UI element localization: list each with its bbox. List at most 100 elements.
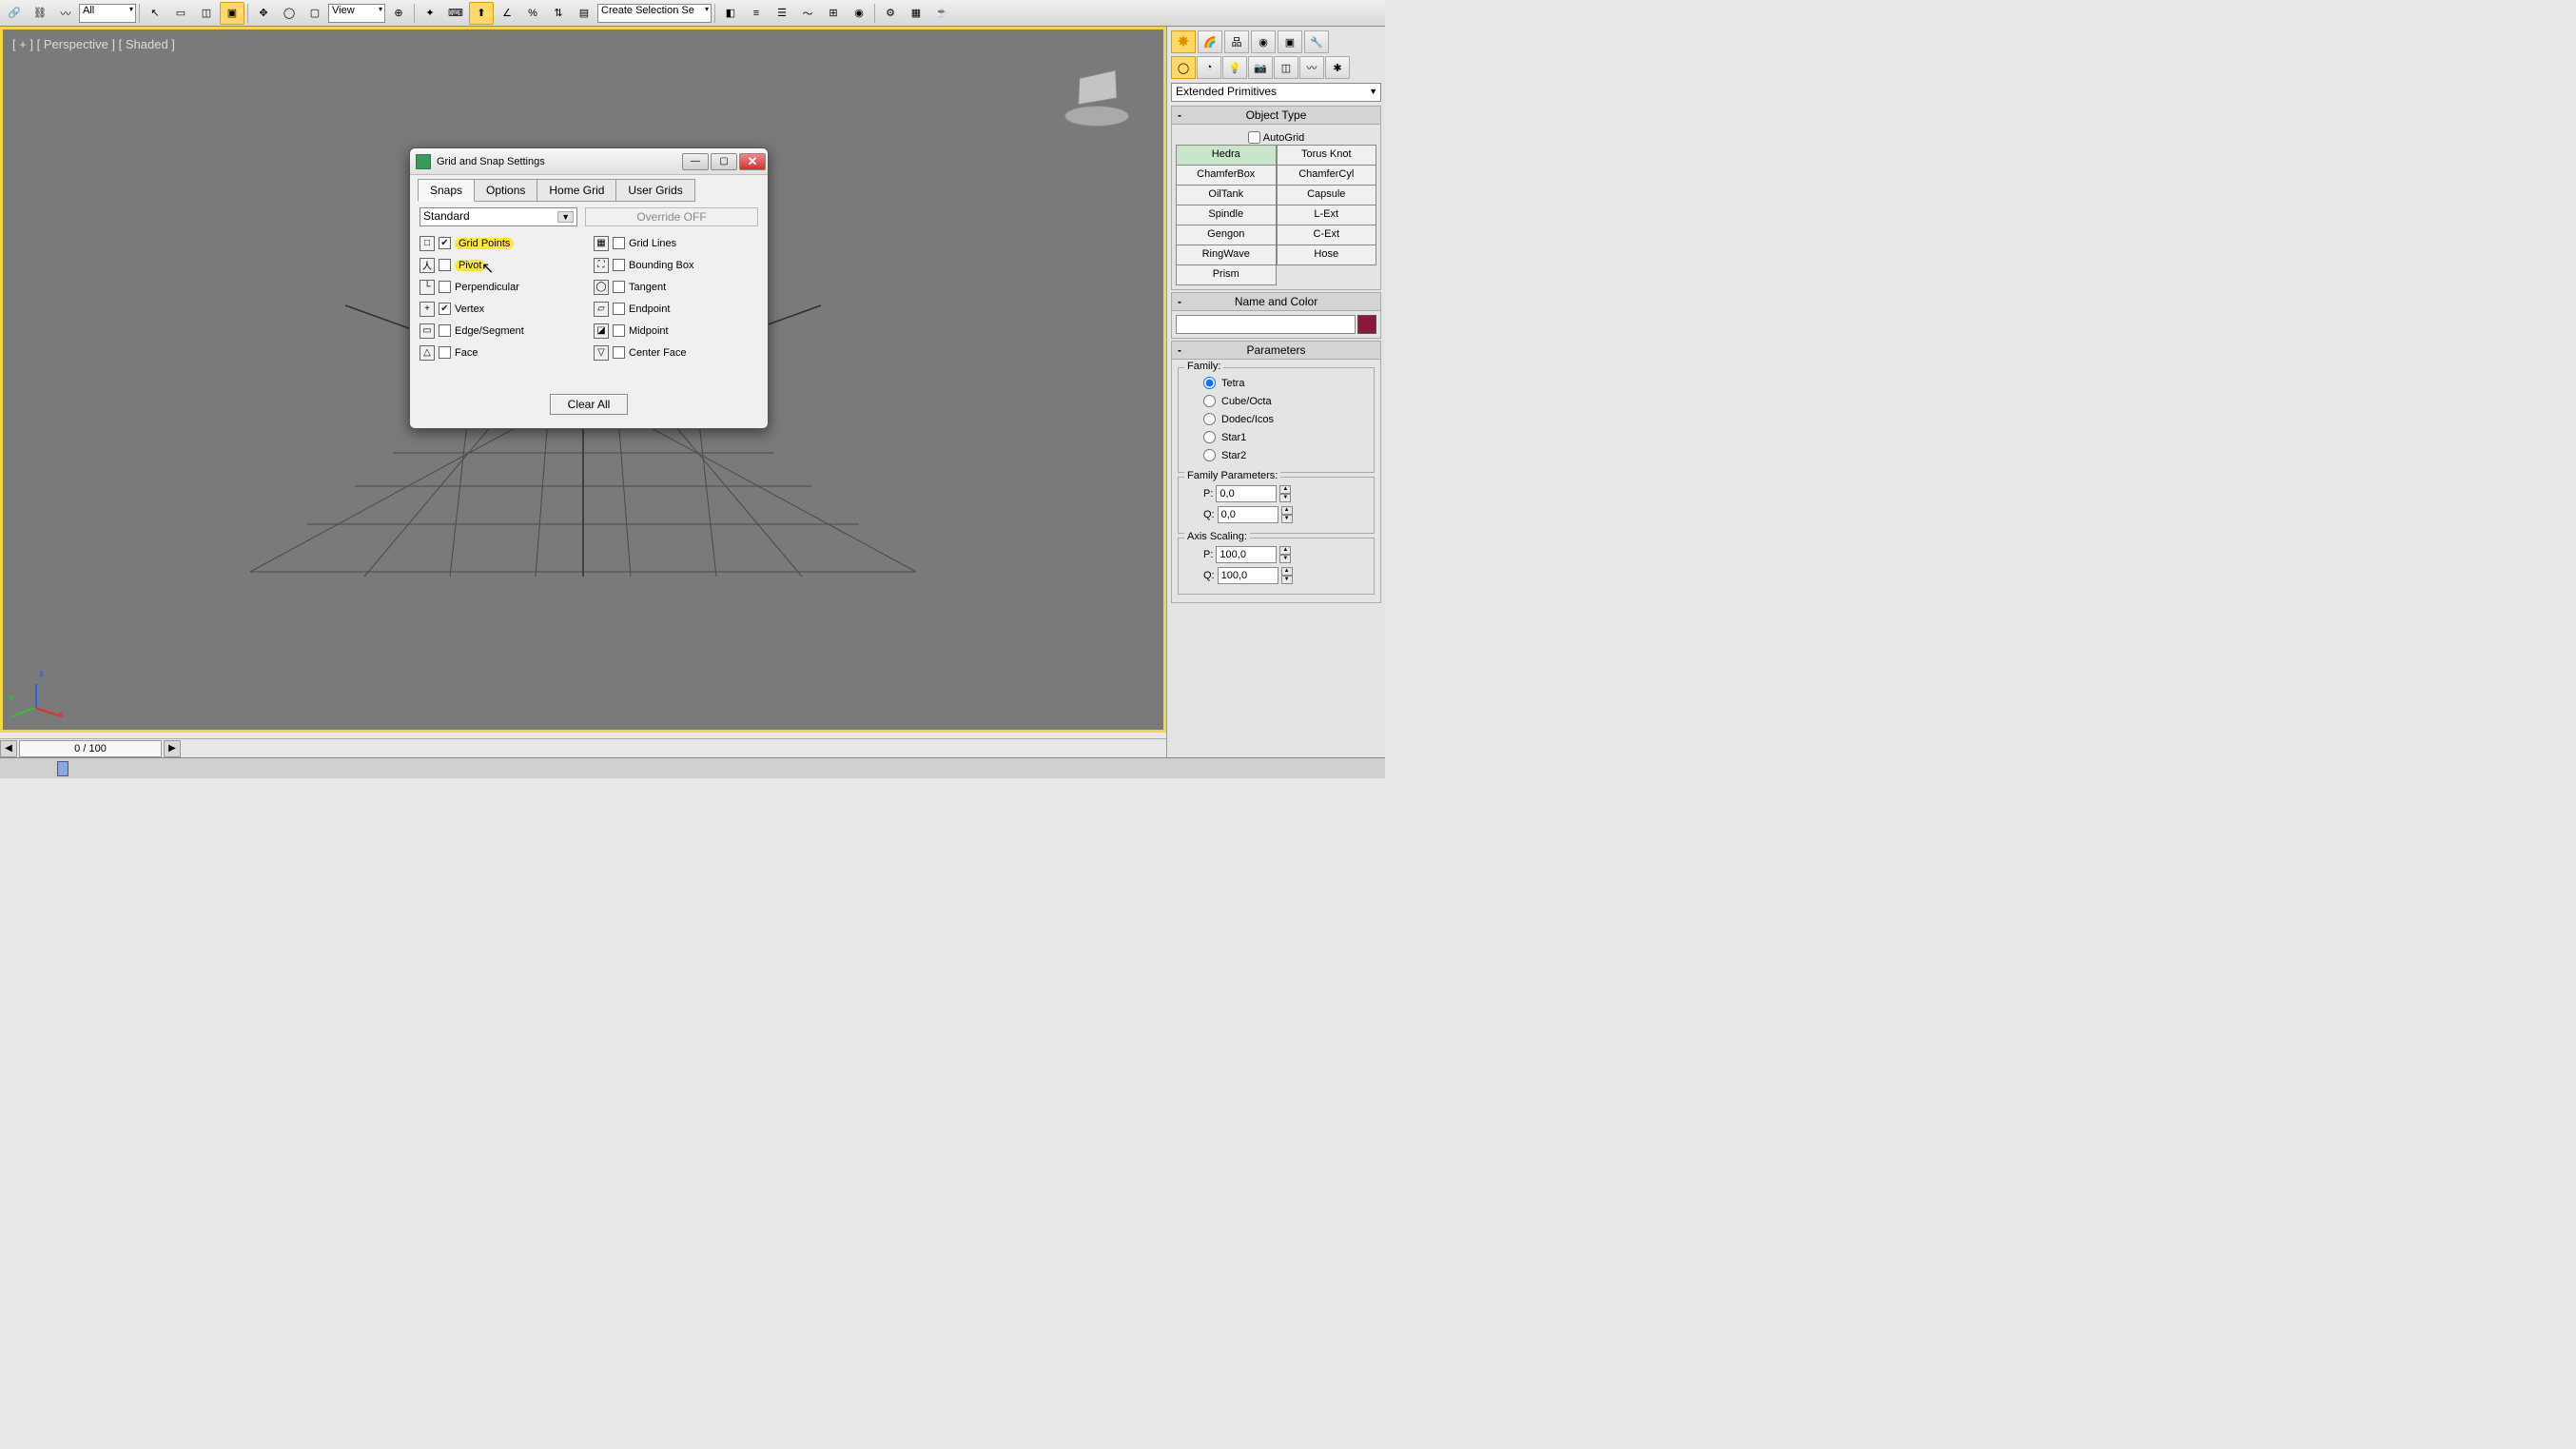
display-tab-icon[interactable]: ▣ <box>1278 30 1302 53</box>
object-type-button[interactable]: Hose <box>1277 245 1377 265</box>
family-p-spinner[interactable] <box>1216 485 1277 502</box>
render-setup-icon[interactable]: ⚙ <box>878 2 903 25</box>
rotate-icon[interactable]: ◯ <box>277 2 302 25</box>
keyboard-icon[interactable]: ⌨ <box>443 2 468 25</box>
snap-checkbox[interactable] <box>439 303 451 315</box>
clear-all-button[interactable]: Clear All <box>550 394 629 415</box>
object-name-input[interactable] <box>1176 315 1356 334</box>
hierarchy-tab-icon[interactable]: 品 <box>1224 30 1249 53</box>
rollout-name-color[interactable]: Name and Color <box>1171 292 1381 311</box>
unlink-icon[interactable]: ⛓ <box>28 2 52 25</box>
color-swatch[interactable] <box>1357 315 1376 334</box>
autogrid-checkbox[interactable] <box>1248 131 1260 144</box>
viewport-label[interactable]: [ + ] [ Perspective ] [ Shaded ] <box>12 37 175 51</box>
align-icon[interactable]: ≡ <box>744 2 769 25</box>
render-frame-icon[interactable]: ▦ <box>904 2 928 25</box>
rollout-parameters[interactable]: Parameters <box>1171 341 1381 360</box>
axis-q-spinner[interactable] <box>1218 567 1278 584</box>
angle-snap-icon[interactable]: ∠ <box>495 2 519 25</box>
manip-icon[interactable]: ✦ <box>418 2 442 25</box>
spacewarps-icon[interactable]: 〰 <box>1299 56 1324 79</box>
tab-home-grid[interactable]: Home Grid <box>537 179 616 202</box>
family-radio[interactable] <box>1203 413 1216 425</box>
filter-dropdown[interactable]: All <box>79 4 136 23</box>
category-dropdown[interactable]: Extended Primitives <box>1171 83 1381 102</box>
close-button[interactable]: ✕ <box>739 153 766 170</box>
object-type-button[interactable]: C-Ext <box>1277 225 1377 245</box>
object-type-button[interactable]: Capsule <box>1277 185 1377 206</box>
frame-display[interactable]: 0 / 100 <box>19 740 162 757</box>
utilities-tab-icon[interactable]: 🔧 <box>1304 30 1329 53</box>
snap-checkbox[interactable] <box>613 346 625 359</box>
minimize-button[interactable]: — <box>682 153 709 170</box>
snap-checkbox[interactable] <box>439 346 451 359</box>
snap-checkbox[interactable] <box>613 324 625 337</box>
snap-checkbox[interactable] <box>613 237 625 249</box>
spinner-snap-icon[interactable]: ⇅ <box>546 2 571 25</box>
snap-checkbox[interactable] <box>439 324 451 337</box>
rollout-object-type[interactable]: Object Type <box>1171 106 1381 125</box>
lights-icon[interactable]: 💡 <box>1222 56 1247 79</box>
family-radio[interactable] <box>1203 377 1216 389</box>
scale-icon[interactable]: ▢ <box>302 2 327 25</box>
snap-checkbox[interactable] <box>613 281 625 293</box>
view-cube[interactable] <box>1059 58 1135 134</box>
snap-checkbox[interactable] <box>439 259 451 271</box>
object-type-button[interactable]: Torus Knot <box>1277 145 1377 166</box>
select-name-icon[interactable]: ▭ <box>168 2 193 25</box>
object-type-button[interactable]: Hedra <box>1176 145 1277 166</box>
object-type-button[interactable]: Gengon <box>1176 225 1277 245</box>
material-icon[interactable]: ◉ <box>847 2 871 25</box>
named-sel-dropdown[interactable]: Create Selection Se <box>597 4 712 23</box>
object-type-button[interactable]: Spindle <box>1176 205 1277 225</box>
snap-checkbox[interactable] <box>613 259 625 271</box>
select-region-icon[interactable]: ◫ <box>194 2 219 25</box>
geometry-icon[interactable]: ◯ <box>1171 56 1196 79</box>
edit-named-icon[interactable]: ▤ <box>572 2 596 25</box>
select-icon[interactable]: ↖ <box>143 2 167 25</box>
family-radio[interactable] <box>1203 431 1216 443</box>
create-tab-icon[interactable]: ✸ <box>1171 30 1196 53</box>
object-type-button[interactable]: OilTank <box>1176 185 1277 206</box>
shapes-icon[interactable]: ◔ <box>1197 56 1221 79</box>
snap-type-dropdown[interactable]: Standard <box>420 207 577 226</box>
snap-checkbox[interactable] <box>439 281 451 293</box>
scroll-right-button[interactable]: ▶ <box>164 740 181 757</box>
snap-checkbox[interactable] <box>613 303 625 315</box>
tab-user-grids[interactable]: User Grids <box>615 179 694 202</box>
tab-options[interactable]: Options <box>474 179 537 202</box>
axis-p-spinner[interactable] <box>1216 546 1277 563</box>
family-radio[interactable] <box>1203 449 1216 461</box>
family-radio[interactable] <box>1203 395 1216 407</box>
bind-icon[interactable]: 〰 <box>53 2 78 25</box>
pivot-icon[interactable]: ⊕ <box>386 2 411 25</box>
link-icon[interactable]: 🔗 <box>2 2 27 25</box>
render-icon[interactable]: ☕ <box>929 2 954 25</box>
percent-snap-icon[interactable]: % <box>520 2 545 25</box>
dialog-titlebar[interactable]: Grid and Snap Settings — ▢ ✕ <box>410 148 768 175</box>
tab-snaps[interactable]: Snaps <box>418 179 475 202</box>
snap-toggle-icon[interactable]: ⬆ <box>469 2 494 25</box>
snap-checkbox[interactable] <box>439 237 451 249</box>
object-type-button[interactable]: ChamferBox <box>1176 165 1277 186</box>
cameras-icon[interactable]: 📷 <box>1248 56 1273 79</box>
ref-coord-dropdown[interactable]: View <box>328 4 385 23</box>
family-q-spinner[interactable] <box>1218 506 1278 523</box>
timeline[interactable] <box>0 757 1385 778</box>
object-type-button[interactable]: L-Ext <box>1277 205 1377 225</box>
maximize-button[interactable]: ▢ <box>711 153 737 170</box>
helpers-icon[interactable]: ◫ <box>1274 56 1298 79</box>
mirror-icon[interactable]: ◧ <box>718 2 743 25</box>
window-crossing-icon[interactable]: ▣ <box>220 2 244 25</box>
object-type-button[interactable]: ChamferCyl <box>1277 165 1377 186</box>
object-type-button[interactable]: RingWave <box>1176 245 1277 265</box>
motion-tab-icon[interactable]: ◉ <box>1251 30 1276 53</box>
schematic-icon[interactable]: ⊞ <box>821 2 846 25</box>
modify-tab-icon[interactable]: 🌈 <box>1198 30 1222 53</box>
systems-icon[interactable]: ✱ <box>1325 56 1350 79</box>
curve-editor-icon[interactable]: 〜 <box>795 2 820 25</box>
scroll-left-button[interactable]: ◀ <box>0 740 17 757</box>
object-type-button[interactable]: Prism <box>1176 264 1277 285</box>
timeline-handle[interactable] <box>57 761 68 776</box>
move-icon[interactable]: ✥ <box>251 2 276 25</box>
